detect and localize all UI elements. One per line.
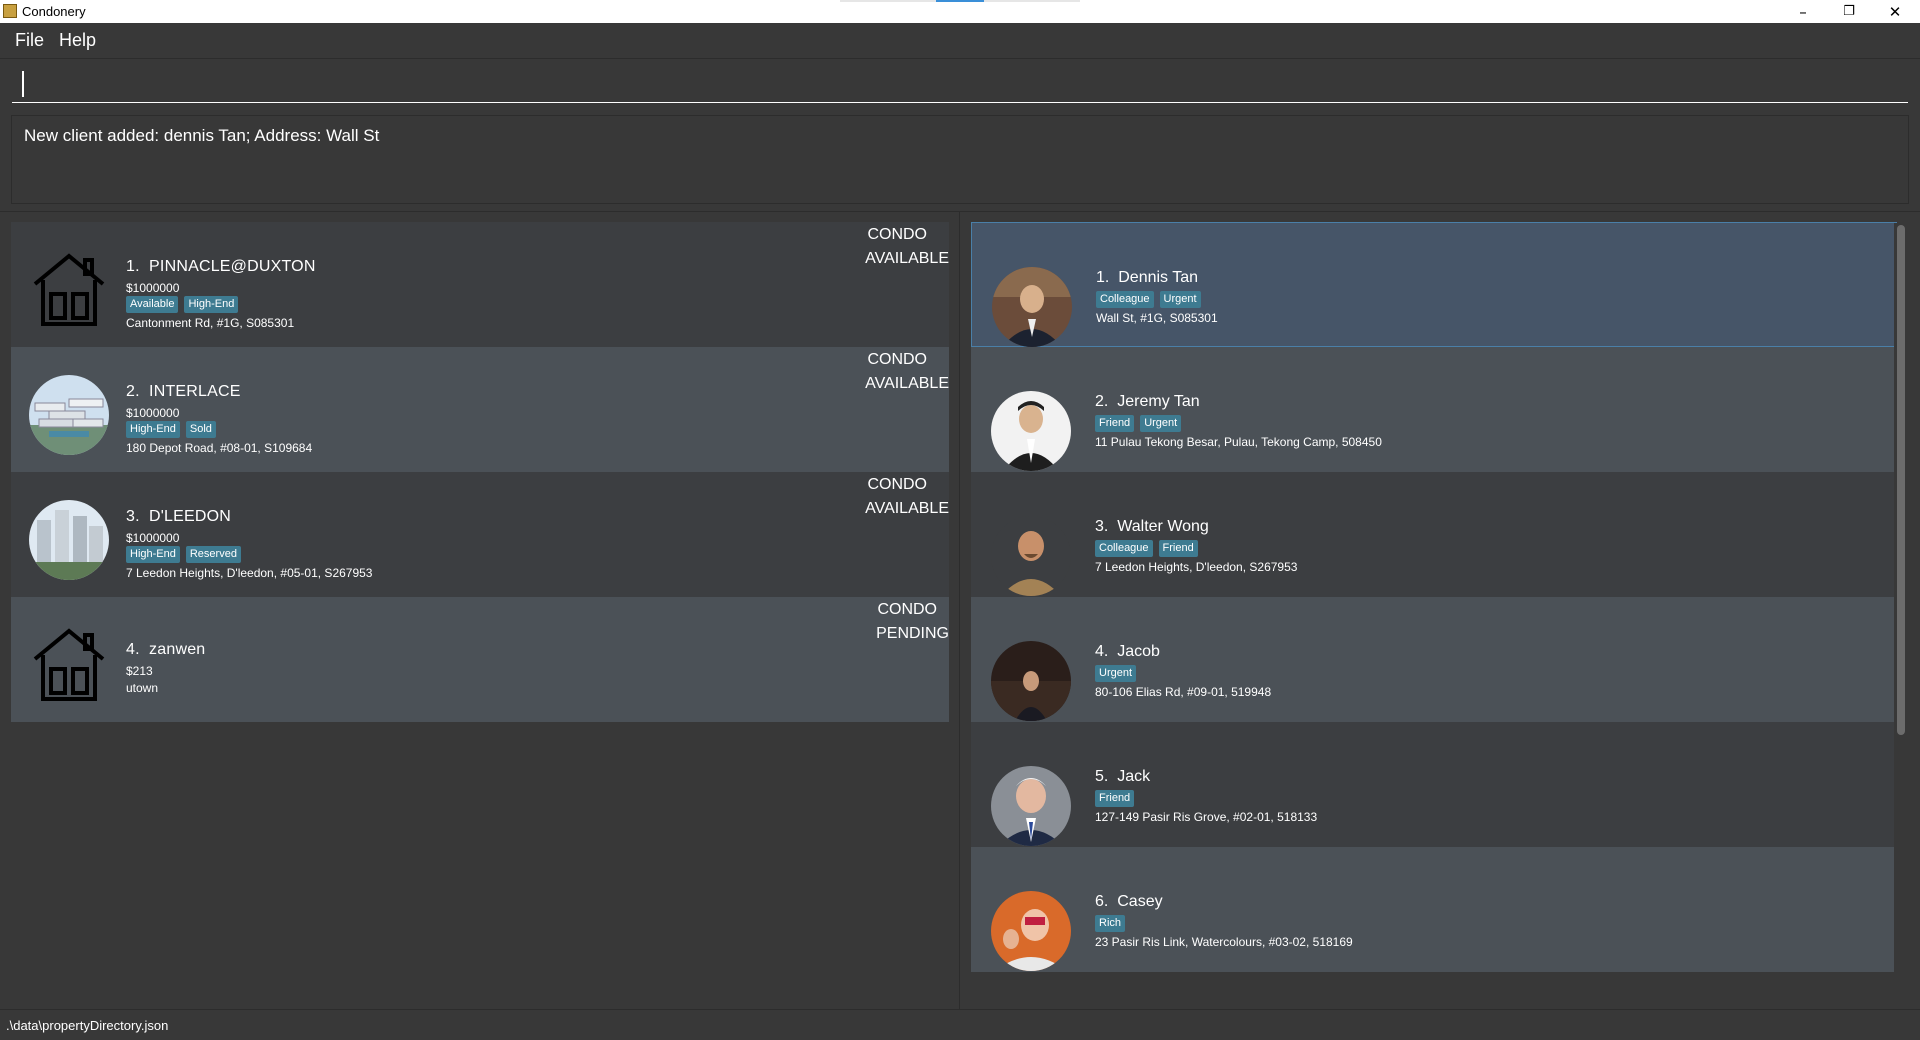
building-photo: [29, 375, 109, 455]
client-card[interactable]: 6. Casey Rich 23 Pasir Ris Link, Waterco…: [971, 847, 1897, 972]
client-name: 6. Casey: [1095, 893, 1163, 910]
tag: Colleague: [1096, 291, 1154, 308]
result-message: New client added: dennis Tan; Address: W…: [24, 126, 380, 145]
tag: Colleague: [1095, 540, 1153, 557]
property-tags: High-End Sold: [126, 421, 216, 438]
menu-file[interactable]: File: [15, 30, 44, 51]
property-tags: High-End Reserved: [126, 546, 241, 563]
tag: Sold: [185, 421, 216, 438]
tag: High-End: [126, 546, 180, 563]
client-name: 2. Jeremy Tan: [1095, 393, 1200, 410]
menu-bar: File Help: [0, 23, 1920, 59]
title-drag-indicator: [840, 0, 1080, 2]
client-name: 3. Walter Wong: [1095, 518, 1209, 535]
tag: Urgent: [1095, 665, 1137, 682]
client-name: 1. Dennis Tan: [1096, 269, 1198, 286]
client-tags: Urgent: [1095, 665, 1137, 682]
property-name: 3. D'LEEDON: [126, 508, 232, 525]
property-name: 2. INTERLACE: [126, 383, 241, 400]
command-box: [0, 59, 1920, 111]
property-status: AVAILABLE: [865, 250, 949, 267]
property-price: $1000000: [126, 406, 180, 420]
property-status: PENDING: [876, 625, 949, 642]
client-card[interactable]: 1. Dennis Tan Colleague Urgent Wall St, …: [971, 222, 1897, 347]
property-card[interactable]: 1. PINNACLE@DUXTON $1000000 Available Hi…: [11, 222, 949, 347]
client-card[interactable]: 3. Walter Wong Colleague Friend 7 Leedon…: [971, 472, 1897, 597]
tag: Friend: [1095, 790, 1135, 807]
client-card[interactable]: 4. Jacob Urgent 80-106 Elias Rd, #09-01,…: [971, 597, 1897, 722]
client-list: 1. Dennis Tan Colleague Urgent Wall St, …: [971, 222, 1897, 1012]
client-tags: Colleague Urgent: [1096, 291, 1201, 308]
house-icon: [29, 250, 109, 330]
client-address: 11 Pulau Tekong Besar, Pulau, Tekong Cam…: [1095, 435, 1382, 449]
property-type: CONDO: [867, 476, 927, 493]
client-avatar: [991, 641, 1071, 721]
client-avatar: [991, 766, 1071, 846]
property-name: 4. zanwen: [126, 641, 206, 658]
property-address: Cantonment Rd, #1G, S085301: [126, 316, 295, 330]
tag: Friend: [1158, 540, 1198, 557]
client-name: 5. Jack: [1095, 768, 1151, 785]
title-bar: Condonery – ❐ ✕: [0, 0, 1920, 23]
app-icon: [3, 4, 17, 18]
property-type: CONDO: [877, 601, 937, 618]
restore-button[interactable]: ❐: [1826, 0, 1872, 23]
property-address: utown: [126, 681, 159, 695]
text-caret: [22, 71, 24, 97]
property-list-panel: 1. PINNACLE@DUXTON $1000000 Available Hi…: [0, 211, 960, 1009]
property-address: 180 Depot Road, #08-01, S109684: [126, 441, 313, 455]
tag: High-End: [126, 421, 180, 438]
minimize-button[interactable]: –: [1780, 0, 1826, 23]
property-type: CONDO: [867, 351, 927, 368]
tag: Reserved: [185, 546, 241, 563]
client-address: 80-106 Elias Rd, #09-01, 519948: [1095, 685, 1272, 699]
tag: Rich: [1095, 915, 1126, 932]
property-price: $1000000: [126, 531, 180, 545]
result-display: New client added: dennis Tan; Address: W…: [11, 115, 1909, 204]
tag: Available: [126, 296, 179, 313]
client-card[interactable]: 5. Jack Friend 127-149 Pasir Ris Grove, …: [971, 722, 1897, 847]
tower-photo: [29, 500, 109, 580]
property-card[interactable]: 2. INTERLACE $1000000 High-End Sold 180 …: [11, 347, 949, 472]
client-tags: Rich: [1095, 915, 1126, 932]
data-file-path: .\data\propertyDirectory.json: [6, 1018, 169, 1033]
command-input[interactable]: [12, 65, 1908, 103]
client-tags: Friend: [1095, 790, 1135, 807]
tag: Urgent: [1159, 291, 1201, 308]
menu-help[interactable]: Help: [59, 30, 96, 51]
property-price: $1000000: [126, 281, 180, 295]
client-name: 4. Jacob: [1095, 643, 1160, 660]
property-type: CONDO: [867, 226, 927, 243]
client-avatar: [991, 391, 1071, 471]
client-avatar: [992, 267, 1072, 347]
client-scrollbar-thumb[interactable]: [1897, 225, 1905, 735]
property-name: 1. PINNACLE@DUXTON: [126, 258, 316, 275]
property-tags: Available High-End: [126, 296, 239, 313]
client-address: 7 Leedon Heights, D'leedon, S267953: [1095, 560, 1298, 574]
client-list-panel: 1. Dennis Tan Colleague Urgent Wall St, …: [960, 211, 1920, 1009]
client-tags: Colleague Friend: [1095, 540, 1198, 557]
close-button[interactable]: ✕: [1872, 0, 1918, 23]
client-card[interactable]: 2. Jeremy Tan Friend Urgent 11 Pulau Tek…: [971, 347, 1897, 472]
house-icon: [29, 625, 109, 705]
client-tags: Friend Urgent: [1095, 415, 1182, 432]
property-status: AVAILABLE: [865, 500, 949, 517]
client-address: 127-149 Pasir Ris Grove, #02-01, 518133: [1095, 810, 1318, 824]
window-title: Condonery: [22, 4, 86, 19]
property-card[interactable]: 3. D'LEEDON $1000000 High-End Reserved 7…: [11, 472, 949, 597]
client-address: 23 Pasir Ris Link, Watercolours, #03-02,…: [1095, 935, 1353, 949]
property-status: AVAILABLE: [865, 375, 949, 392]
property-card[interactable]: 4. zanwen $213 utown CONDO PENDING: [11, 597, 949, 722]
client-avatar: [991, 891, 1071, 971]
tag: Friend: [1095, 415, 1135, 432]
client-address: Wall St, #1G, S085301: [1096, 311, 1218, 325]
property-price: $213: [126, 664, 153, 678]
client-avatar: [991, 516, 1071, 596]
tag: Urgent: [1140, 415, 1182, 432]
tag: High-End: [184, 296, 239, 313]
status-bar: .\data\propertyDirectory.json: [0, 1009, 1920, 1040]
property-address: 7 Leedon Heights, D'leedon, #05-01, S267…: [126, 566, 373, 580]
